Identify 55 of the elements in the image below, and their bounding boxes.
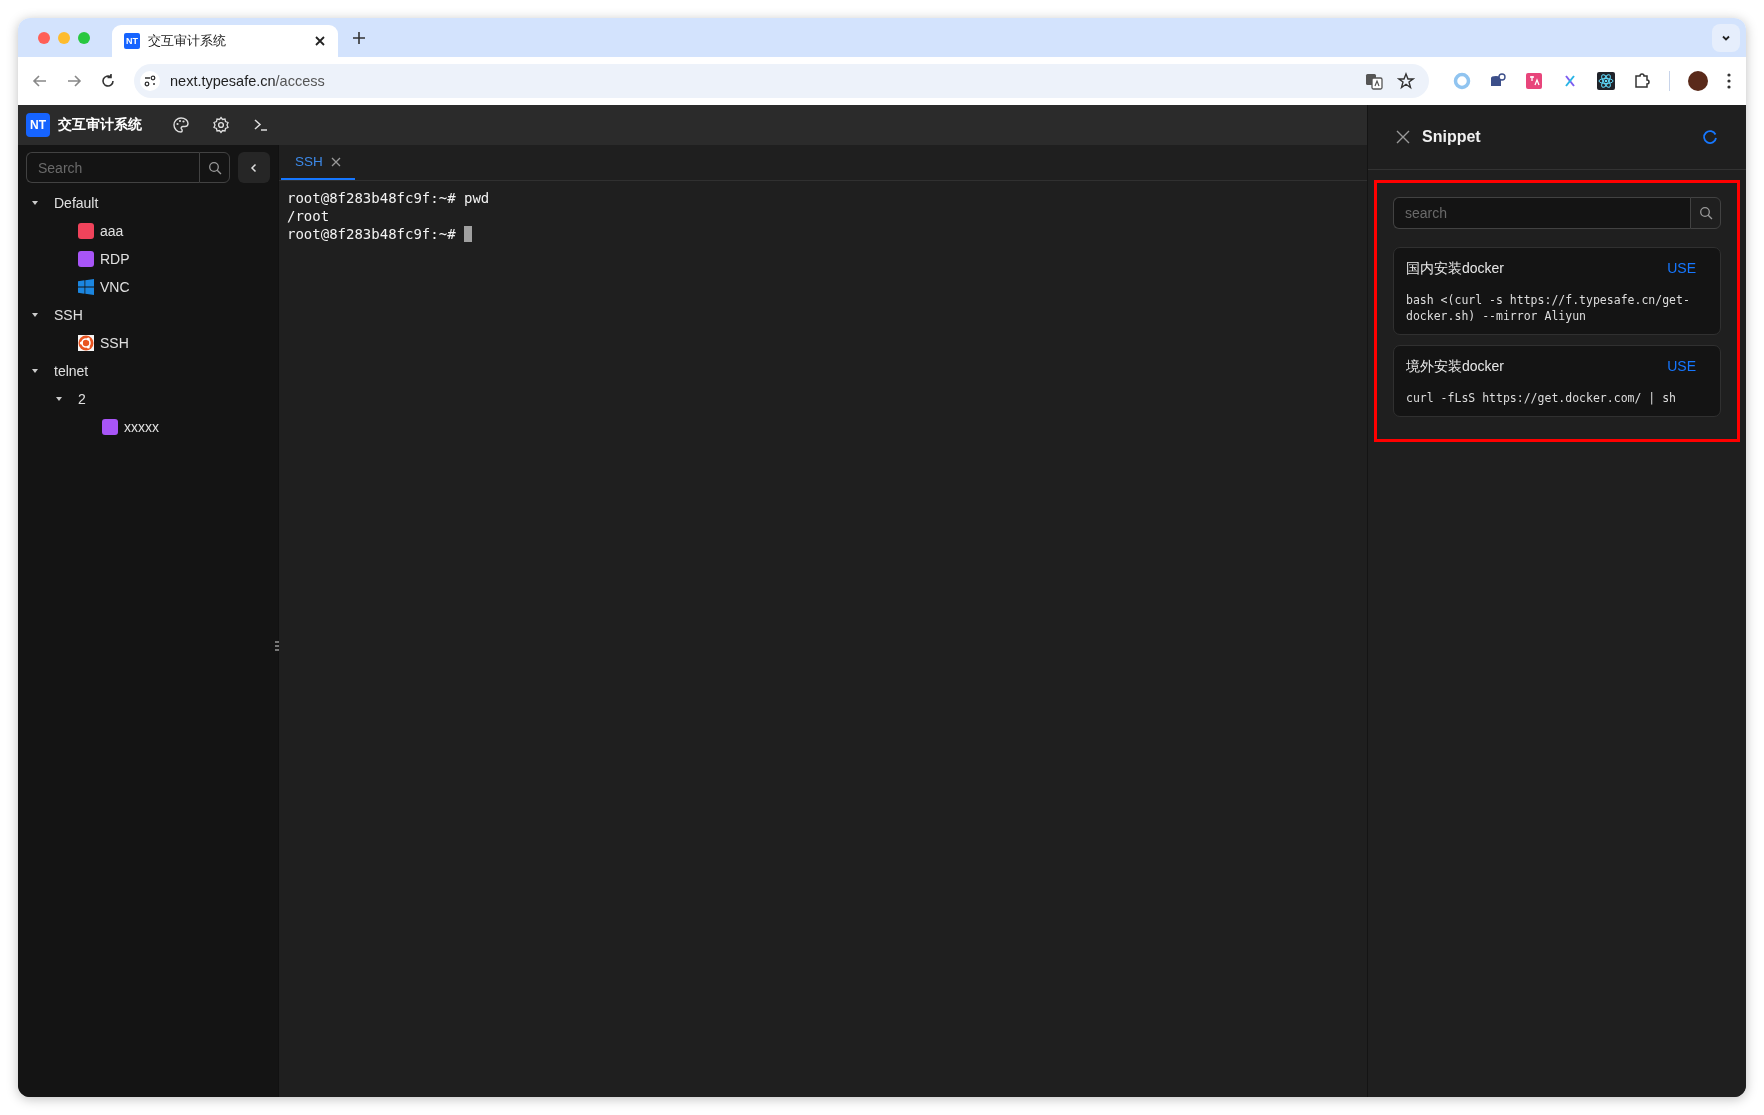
host-item[interactable]: aaa (100, 223, 124, 239)
puzzle-icon[interactable] (1633, 72, 1651, 90)
chevron-left-icon[interactable] (249, 162, 259, 173)
host-item[interactable]: xxxxx (124, 419, 159, 435)
tree-group[interactable]: telnet (54, 363, 89, 379)
browser-tab[interactable]: NT 交互审计系统 (112, 25, 338, 57)
profile-avatar[interactable] (1688, 71, 1708, 91)
panel-title: Snippet (1422, 128, 1481, 146)
host-item[interactable]: RDP (100, 251, 130, 267)
new-tab-icon[interactable] (352, 30, 366, 45)
search-button[interactable] (1690, 197, 1721, 229)
star-icon[interactable] (1397, 72, 1415, 90)
terminal-line: root@8f283b48fc9f:~# (287, 225, 457, 243)
terminal-icon[interactable] (252, 116, 270, 134)
address-field[interactable]: next.typesafe.cn/access (170, 73, 325, 89)
snippet-name: 国内安装docker (1406, 260, 1505, 278)
close-icon[interactable] (330, 156, 341, 167)
search-field[interactable]: search (1393, 197, 1690, 229)
snippet-name: 境外安装docker (1406, 358, 1505, 376)
terminal-line: root@8f283b48fc9f:~# pwd (287, 189, 490, 207)
windows-icon (78, 279, 94, 295)
tree-group[interactable]: SSH (54, 307, 83, 323)
search-icon[interactable] (207, 160, 222, 175)
tree-group[interactable]: Default (54, 195, 99, 211)
translate-icon[interactable] (1365, 72, 1383, 90)
translate-extension-icon[interactable] (1525, 72, 1543, 90)
use-link[interactable]: USE (1667, 358, 1696, 376)
refresh-icon[interactable] (1702, 129, 1718, 145)
forward-icon[interactable] (66, 73, 82, 89)
close-icon[interactable] (314, 35, 326, 47)
reload-icon[interactable] (100, 73, 116, 89)
snippet-command: curl -fLsS https://get.docker.com/ | sh (1406, 390, 1678, 406)
close-icon[interactable] (1396, 130, 1410, 144)
app-title: 交互审计系统 (58, 116, 142, 134)
favicon: NT (124, 33, 140, 49)
site-settings-icon[interactable] (140, 71, 160, 91)
host-item[interactable]: VNC (100, 279, 130, 295)
settings-icon[interactable] (212, 116, 230, 134)
resize-handle[interactable] (275, 641, 279, 651)
terminal-line: /root (287, 207, 330, 225)
more-icon[interactable] (1726, 72, 1732, 90)
search-icon[interactable] (1698, 206, 1713, 220)
search-field[interactable]: Search (26, 152, 199, 183)
ubuntu-icon (78, 335, 94, 351)
search-button[interactable] (199, 152, 230, 183)
host-item[interactable]: SSH (100, 335, 129, 351)
collapse-sidebar-button[interactable] (238, 152, 270, 183)
palette-icon[interactable] (172, 116, 190, 134)
use-link[interactable]: USE (1667, 260, 1696, 278)
tree-group[interactable]: 2 (78, 391, 86, 407)
session-tab[interactable]: SSH (281, 145, 355, 180)
atom-extension-icon[interactable] (1597, 72, 1615, 90)
back-icon[interactable] (32, 73, 48, 89)
snippet-command: bash <(curl -s https://f.typesafe.cn/get-docker.sh) --mirror Aliyun (1406, 292, 1691, 324)
app-logo: NT (26, 113, 50, 137)
